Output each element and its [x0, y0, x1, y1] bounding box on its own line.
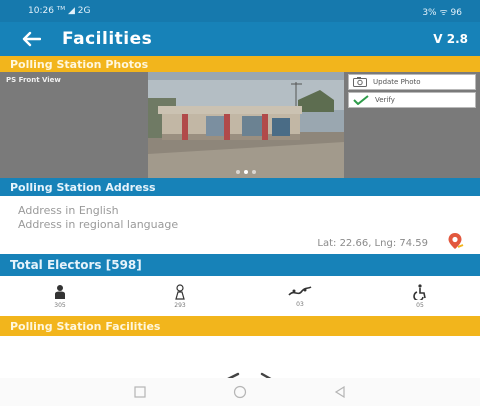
map-pin-icon — [448, 233, 464, 249]
app-bar: Facilities V 2.8 — [0, 22, 480, 56]
verify-label: Verify — [375, 96, 395, 104]
system-nav-bar — [0, 378, 480, 406]
status-right: 3% ᯤ 96 — [422, 7, 462, 18]
polling-station-photo[interactable] — [148, 72, 344, 178]
status-bar: 10:26 ᵀᴹ ◢ 2G 3% ᯤ 96 — [0, 0, 480, 22]
photo-pager — [148, 170, 344, 174]
camera-icon — [353, 77, 367, 87]
electors-row: 305 293 03 05 — [0, 276, 480, 316]
facilities-section-header: Polling Station Facilities — [0, 316, 480, 336]
pager-dot — [236, 170, 240, 174]
address-regional: Address in regional language — [18, 218, 179, 231]
recents-button[interactable] — [134, 386, 146, 398]
elector-pwd: 05 — [360, 276, 480, 316]
elector-third-gender-count: 03 — [296, 300, 304, 308]
back-nav-button[interactable] — [334, 386, 346, 398]
elector-female-count: 293 — [174, 301, 186, 309]
pager-dot — [252, 170, 256, 174]
photos-section-header: Polling Station Photos — [0, 56, 480, 72]
page-title: Facilities — [62, 29, 153, 49]
electors-section-title: Total Electors [598] — [10, 258, 142, 272]
back-button[interactable] — [0, 22, 62, 56]
elector-male-count: 305 — [54, 301, 66, 309]
address-section-title: Polling Station Address — [10, 180, 156, 194]
check-icon — [353, 95, 369, 105]
pager-dot-active — [244, 170, 248, 174]
arrow-left-icon — [22, 31, 41, 47]
building-image — [148, 72, 344, 178]
elector-male: 305 — [0, 276, 120, 316]
lat-lng-readout: Lat: 22.66, Lng: 74.59 — [317, 238, 428, 249]
version-label: V 2.8 — [433, 32, 468, 46]
elector-third-gender: 03 — [240, 276, 360, 316]
address-section-header: Polling Station Address — [0, 178, 480, 196]
female-icon — [175, 283, 185, 300]
home-button[interactable] — [233, 385, 247, 399]
wheelchair-icon — [413, 283, 426, 300]
update-photo-label: Update Photo — [373, 78, 421, 86]
photo-label: PS Front View — [6, 76, 61, 84]
update-photo-button[interactable]: Update Photo — [348, 74, 476, 90]
photos-section-title: Polling Station Photos — [10, 57, 149, 71]
electors-section-header: Total Electors [598] — [0, 254, 480, 276]
elector-female: 293 — [120, 276, 240, 316]
third-gender-icon — [288, 285, 312, 296]
elector-pwd-count: 05 — [416, 301, 424, 309]
photo-action-panel: Update Photo Verify — [348, 72, 480, 178]
status-left: 10:26 ᵀᴹ ◢ 2G — [28, 6, 91, 16]
photo-area: PS Front View Update Photo Verify — [0, 72, 480, 178]
verify-button[interactable]: Verify — [348, 92, 476, 108]
male-icon — [55, 284, 65, 299]
location-pin-button[interactable] — [446, 232, 464, 254]
facilities-section-title: Polling Station Facilities — [10, 319, 161, 333]
address-english: Address in English — [18, 204, 119, 217]
address-block: Address in English Address in regional l… — [0, 196, 480, 254]
